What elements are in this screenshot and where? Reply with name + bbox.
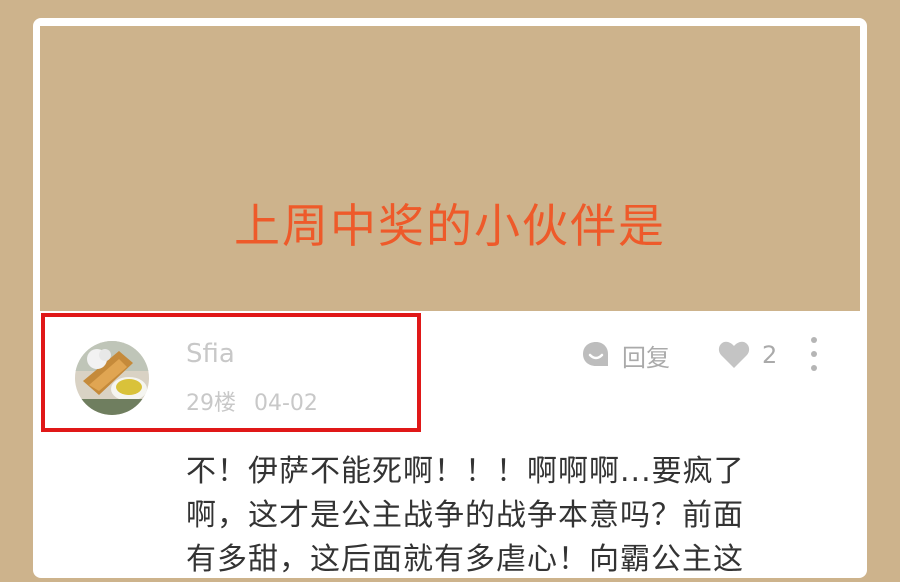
like-button[interactable]: 2 [718,338,777,372]
reply-button[interactable]: 回复 [580,338,670,372]
banner: 上周中奖的小伙伴是 [40,26,860,311]
like-count: 2 [762,341,778,369]
heart-icon [718,341,750,368]
comment-body: 不！伊萨不能死啊！！！啊啊啊...要疯了 啊，这才是公主战争的战争本意吗？前面 … [186,450,826,582]
more-options-button[interactable] [804,334,824,374]
reply-label: 回复 [622,343,670,372]
comment-line: 有多甜，这后面就有多虐心！向霸公主这 [186,542,744,577]
comment-line: 啊，这才是公主战争的战争本意吗？前面 [186,498,744,533]
comment-line: 不！伊萨不能死啊！！！啊啊啊...要疯了 [186,454,745,489]
reply-icon [583,342,608,366]
banner-title: 上周中奖的小伙伴是 [234,199,666,253]
more-vertical-icon [811,337,817,371]
highlight-box [41,313,421,432]
